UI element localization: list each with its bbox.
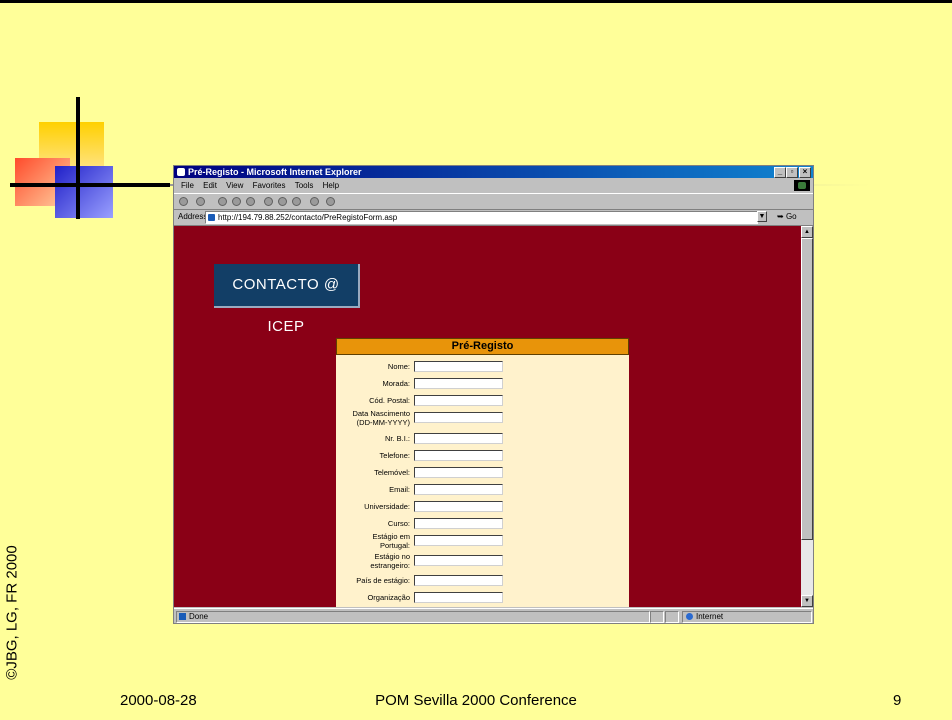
title-bar: Pré-Registo - Microsoft Internet Explore… (174, 166, 813, 178)
status-text: Done (176, 611, 650, 623)
menu-file[interactable]: File (181, 179, 194, 192)
menu-help[interactable]: Help (323, 179, 339, 192)
go-arrow-icon: ➥ (777, 212, 784, 221)
field-label: Estágio no estrangeiro: (370, 552, 410, 570)
field-label: Universidade: (364, 502, 410, 511)
text-field[interactable] (414, 361, 503, 372)
text-field[interactable] (414, 575, 503, 586)
home-icon[interactable] (246, 197, 255, 206)
field-label: Nome: (387, 362, 410, 371)
field-label: Telefone: (379, 451, 410, 460)
page-icon (208, 214, 215, 222)
history-icon[interactable] (292, 197, 301, 206)
vertical-scrollbar[interactable]: ▲ ▼ (801, 226, 813, 607)
address-label: Address (178, 212, 208, 221)
status-segment (650, 611, 664, 623)
text-field[interactable] (414, 395, 503, 406)
field-label: Estágio em Portugal: (372, 532, 410, 550)
text-field[interactable] (414, 535, 503, 546)
field-label: Nr. B.I.: (384, 434, 410, 443)
ie-browser-window: Pré-Registo - Microsoft Internet Explore… (173, 165, 814, 624)
status-bar: Done Internet (174, 608, 813, 623)
menu-tools[interactable]: Tools (295, 179, 314, 192)
text-field[interactable] (414, 467, 503, 478)
form-title: Pré-Registo (336, 338, 629, 355)
status-page-icon (179, 613, 186, 621)
status-segment (665, 611, 679, 623)
globe-icon (686, 613, 693, 621)
minimize-button[interactable]: _ (774, 167, 786, 178)
text-field[interactable] (414, 501, 503, 512)
scroll-down-icon[interactable]: ▼ (801, 595, 813, 607)
go-label: Go (785, 212, 797, 221)
status-done: Done (189, 612, 209, 621)
decor-blue-square (55, 166, 113, 218)
windows-logo-icon (794, 180, 810, 191)
window-title: Pré-Registo - Microsoft Internet Explore… (188, 167, 362, 177)
standard-toolbar (174, 193, 813, 210)
back-icon[interactable] (179, 197, 188, 206)
menu-view[interactable]: View (226, 179, 243, 192)
field-label: Telemóvel: (374, 468, 410, 477)
menu-edit[interactable]: Edit (203, 179, 217, 192)
scroll-thumb[interactable] (801, 238, 813, 540)
menu-favorites[interactable]: Favorites (253, 179, 286, 192)
favorites-icon[interactable] (278, 197, 287, 206)
menu-bar: File Edit View Favorites Tools Help (174, 179, 813, 192)
page-content: CONTACTO @ ICEP Pré-Registo Nome: Morada:… (174, 226, 801, 607)
mail-icon[interactable] (310, 197, 319, 206)
field-label: Cód. Postal: (369, 396, 410, 405)
text-field[interactable] (414, 518, 503, 529)
field-label: Curso: (387, 519, 410, 528)
decor-horizontal-line (10, 183, 170, 187)
ie-page-icon (177, 168, 185, 176)
go-button[interactable]: ➥ Go (777, 212, 797, 221)
text-field[interactable] (414, 484, 503, 495)
zone-label: Internet (696, 612, 724, 621)
search-icon[interactable] (264, 197, 273, 206)
close-button[interactable]: × (799, 167, 811, 178)
forward-icon[interactable] (196, 197, 205, 206)
contacto-icep-logo[interactable]: CONTACTO @ ICEP (214, 264, 360, 335)
text-field[interactable] (414, 433, 503, 444)
address-dropdown-icon[interactable]: ▼ (757, 211, 767, 222)
address-input[interactable]: http://194.79.88.252/contacto/PreRegisto… (205, 211, 758, 224)
field-label: Email: (389, 485, 410, 494)
security-zone: Internet (682, 611, 812, 623)
text-field[interactable] (414, 378, 503, 389)
text-field[interactable] (414, 555, 503, 566)
decor-vertical-line (76, 97, 80, 219)
field-label: Data Nascimento (DD-MM-YYYY) (352, 409, 410, 427)
field-label: Organização (367, 593, 410, 602)
stop-icon[interactable] (218, 197, 227, 206)
print-icon[interactable] (326, 197, 335, 206)
scroll-up-icon[interactable]: ▲ (801, 226, 813, 238)
refresh-icon[interactable] (232, 197, 241, 206)
field-label: País de estágio: (356, 576, 410, 585)
address-bar: Address http://194.79.88.252/contacto/Pr… (174, 209, 813, 226)
text-field[interactable] (414, 412, 503, 423)
footer-title: POM Sevilla 2000 Conference (375, 692, 577, 709)
address-url: http://194.79.88.252/contacto/PreRegisto… (218, 213, 398, 222)
page-number: 9 (893, 692, 902, 709)
maximize-button[interactable]: ▫ (786, 167, 798, 178)
text-field[interactable] (414, 592, 503, 603)
text-field[interactable] (414, 450, 503, 461)
pre-registo-form: Pré-Registo Nome: Morada: Cód. Postal: Data… (336, 338, 629, 607)
field-label: Morada: (382, 379, 410, 388)
copyright-text: ©JBG, LG, FR 2000 (3, 545, 21, 680)
presentation-slide: Pré-Registo - Microsoft Internet Explore… (0, 0, 952, 720)
